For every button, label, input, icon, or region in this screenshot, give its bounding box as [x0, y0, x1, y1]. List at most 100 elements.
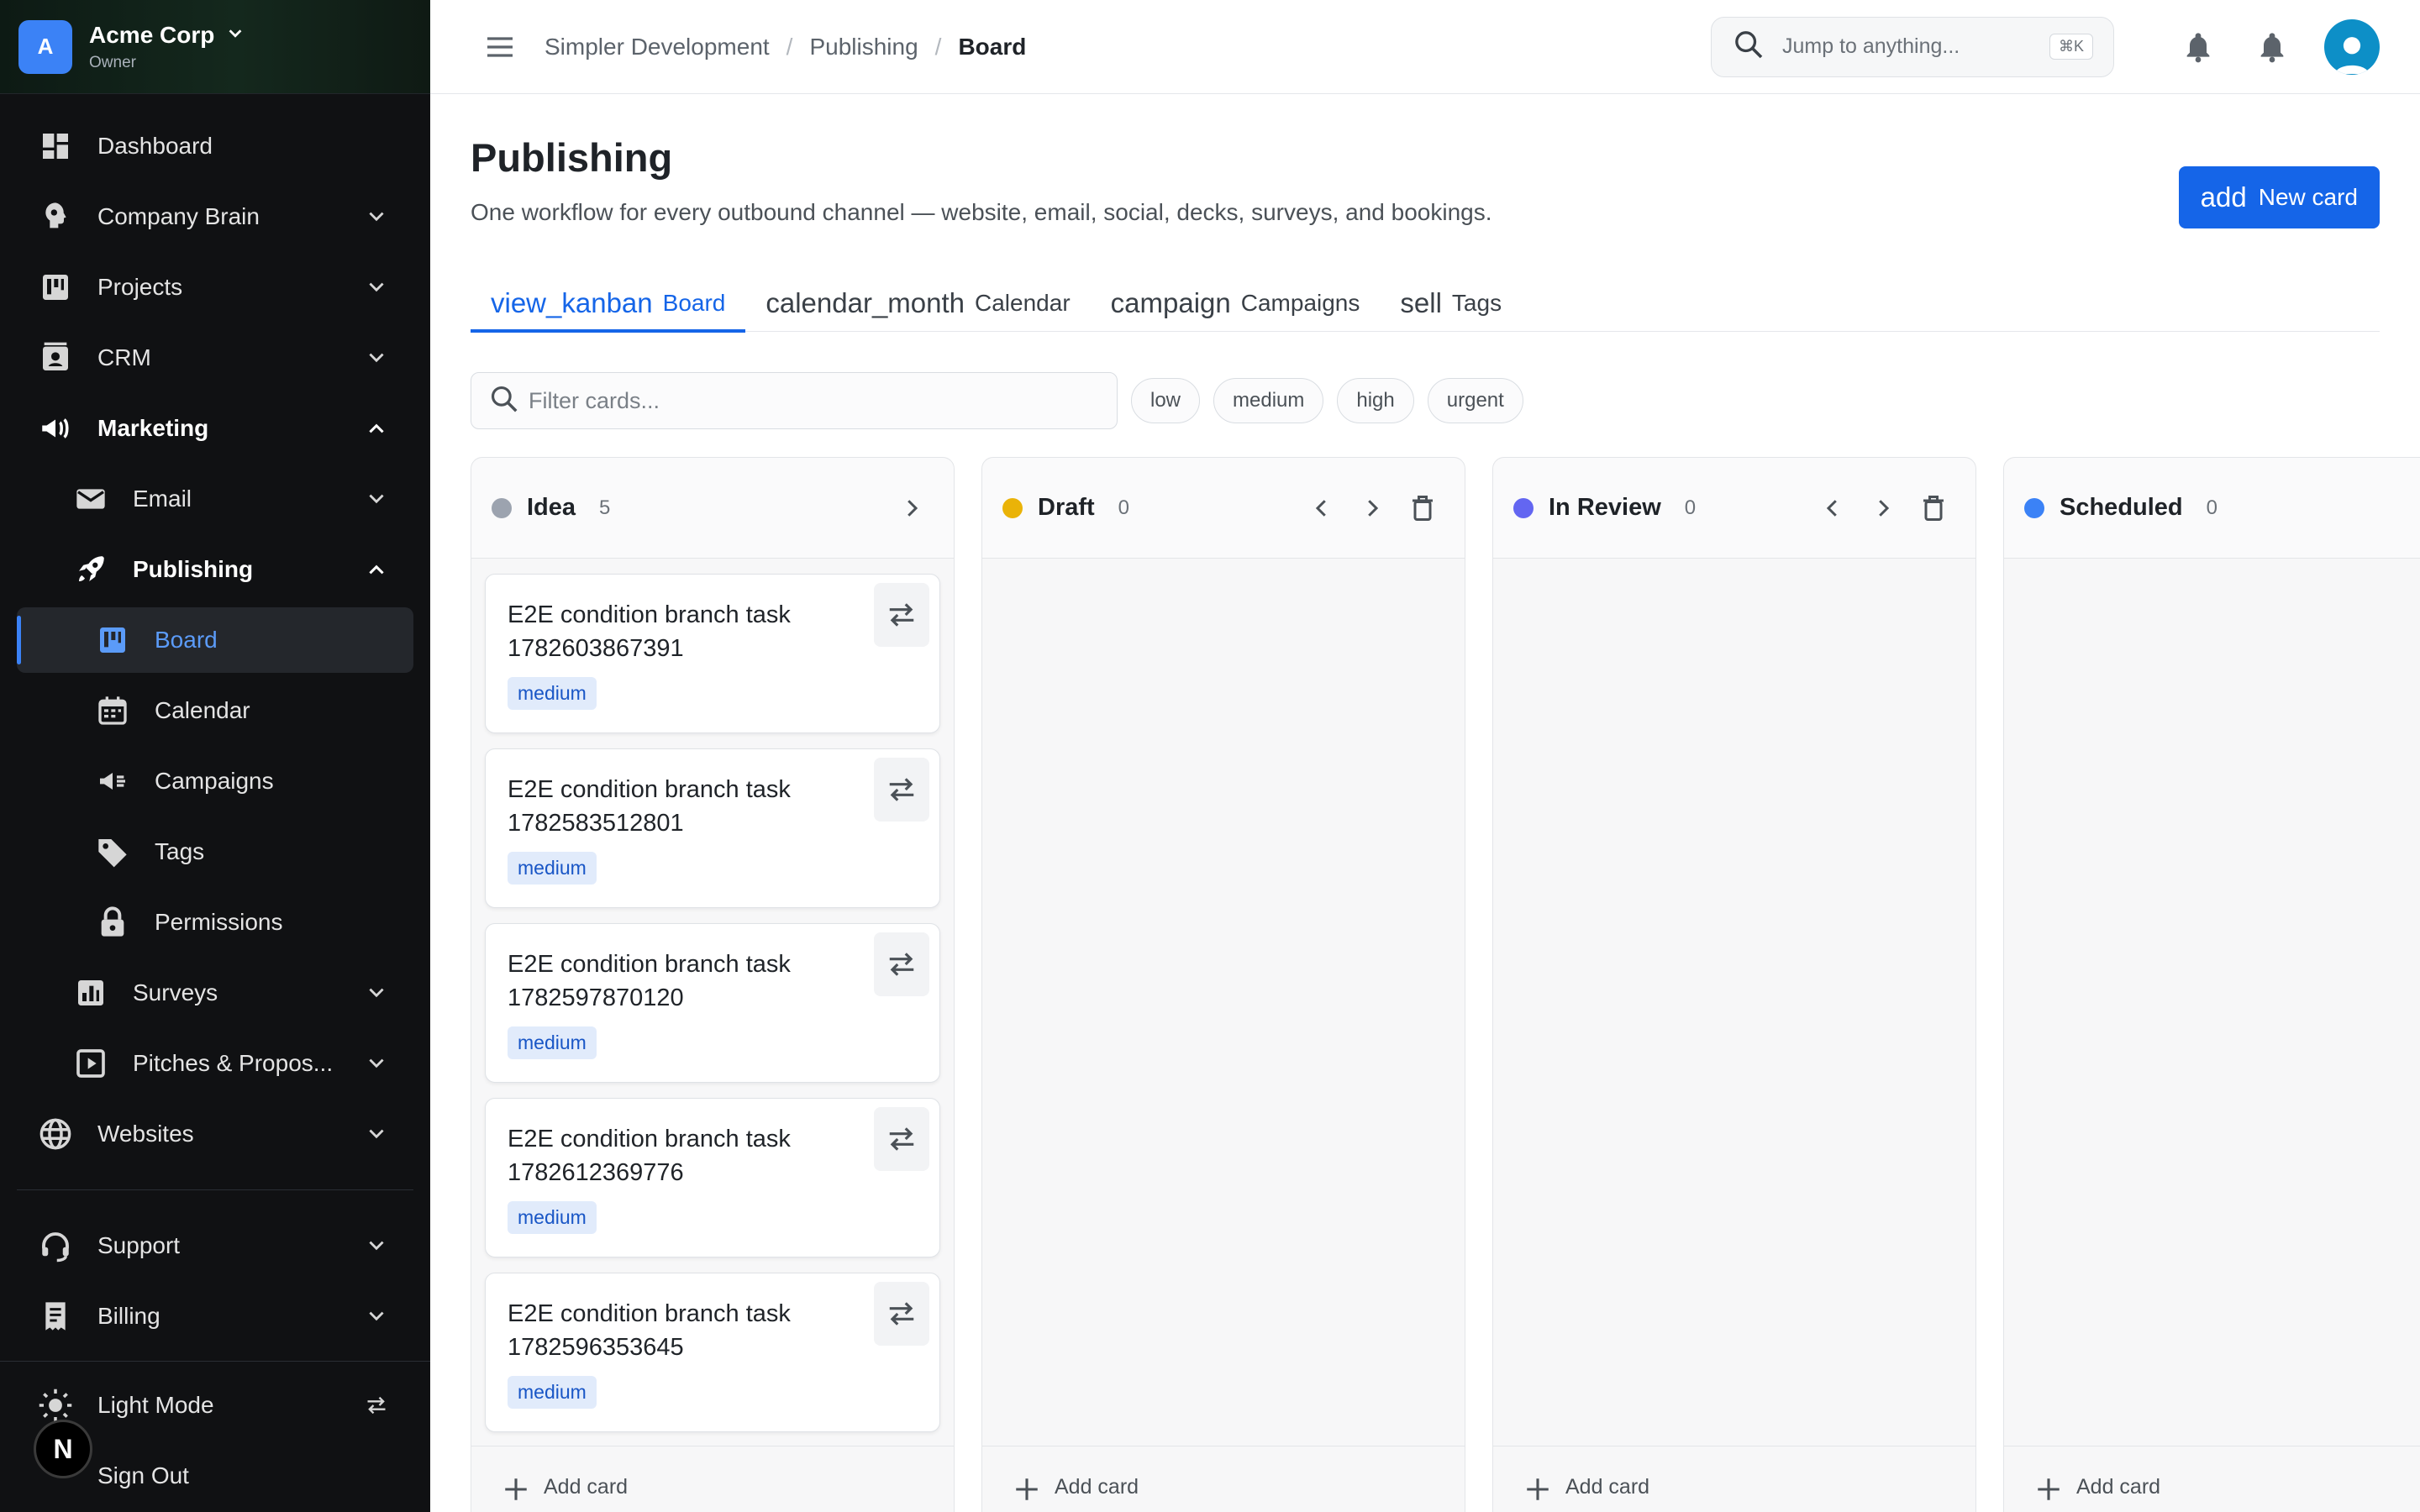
- tab-calendar[interactable]: calendar_month Calendar: [745, 275, 1090, 332]
- priority-badge: medium: [508, 677, 597, 710]
- kanban-card[interactable]: E2E condition branch task 1782612369776 …: [485, 1098, 940, 1257]
- column-count: 0: [1118, 496, 1130, 519]
- sidebar-item-dashboard[interactable]: Dashboard: [0, 111, 430, 181]
- headset-icon: [37, 1227, 74, 1264]
- priority-badge: medium: [508, 1376, 597, 1409]
- search-icon: [488, 383, 520, 419]
- kanban-card[interactable]: E2E condition branch task 1782583512801 …: [485, 748, 940, 908]
- breadcrumb-item[interactable]: Publishing: [809, 34, 918, 60]
- chevron-left-icon[interactable]: [1300, 486, 1344, 530]
- tag-icon: [94, 833, 131, 870]
- kanban-icon: [37, 269, 74, 306]
- receipt-icon: [37, 1298, 74, 1335]
- sidebar-item-permissions[interactable]: Permissions: [0, 887, 430, 958]
- trash-icon[interactable]: [1912, 486, 1955, 530]
- calendar-icon: [94, 692, 131, 729]
- sidebar-item-support[interactable]: Support: [0, 1210, 430, 1281]
- tab-label: Calendar: [975, 290, 1071, 316]
- kanban-board: Idea 5 E2E condition branch task 1782603…: [471, 457, 2420, 1512]
- chevron-right-icon[interactable]: [1350, 486, 1394, 530]
- sidebar-item-marketing[interactable]: Marketing: [0, 393, 430, 464]
- kanban-card[interactable]: E2E condition branch task 1782603867391 …: [485, 574, 940, 733]
- sidebar-item-pitches[interactable]: Pitches & Propos...: [0, 1028, 430, 1099]
- sidebar-item-board[interactable]: Board: [17, 607, 413, 673]
- card-title: E2E condition branch task 1782597870120: [508, 951, 791, 1011]
- chevron-down-icon: [365, 346, 388, 370]
- breadcrumb: Simpler Development / Publishing / Board: [544, 34, 1711, 60]
- notifications-icon[interactable]: [2249, 24, 2296, 71]
- chevron-right-icon[interactable]: [1861, 486, 1905, 530]
- tab-campaigns[interactable]: campaign Campaigns: [1091, 275, 1381, 332]
- plus-icon: [1523, 1475, 1552, 1509]
- sidebar-item-email[interactable]: Email: [0, 464, 430, 534]
- menu-icon[interactable]: [471, 18, 529, 76]
- org-switcher[interactable]: A Acme Corp Owner: [0, 0, 430, 94]
- bar-chart-icon: [72, 974, 109, 1011]
- sidebar-item-campaigns[interactable]: Campaigns: [0, 746, 430, 816]
- card-title: E2E condition branch task 1782596353645: [508, 1300, 791, 1361]
- chevron-up-icon: [365, 558, 388, 581]
- kanban-card[interactable]: E2E condition branch task 1782597870120 …: [485, 923, 940, 1083]
- column-header: Draft 0: [982, 458, 1465, 559]
- filter-input[interactable]: Filter cards...: [471, 372, 1118, 429]
- add-card-button[interactable]: Add card: [982, 1446, 1465, 1512]
- filter-bar: Filter cards... low medium high urgent: [471, 372, 2380, 429]
- card-title: E2E condition branch task 1782603867391: [508, 601, 791, 662]
- priority-badge: medium: [508, 1026, 597, 1059]
- swap-icon[interactable]: [874, 758, 929, 822]
- megaphone-icon: [94, 763, 131, 800]
- column-title: In Review: [1549, 494, 1661, 521]
- kanban-card[interactable]: E2E condition branch task 1782596353645 …: [485, 1273, 940, 1432]
- tab-board[interactable]: view_kanban Board: [471, 275, 746, 333]
- shortcut-hint: ⌘K: [2049, 34, 2093, 60]
- megaphone-icon: [37, 410, 74, 447]
- breadcrumb-item[interactable]: Simpler Development: [544, 34, 770, 60]
- priority-chip-low[interactable]: low: [1131, 378, 1201, 423]
- search-icon: [1732, 28, 1765, 66]
- chevron-down-icon: [365, 276, 388, 299]
- sidebar-item-label: Publishing: [133, 556, 254, 582]
- n-badge[interactable]: N: [34, 1420, 92, 1478]
- trash-icon[interactable]: [1401, 486, 1444, 530]
- column-title: Scheduled: [2060, 494, 2183, 521]
- priority-chip-medium[interactable]: medium: [1213, 378, 1324, 423]
- swap-icon[interactable]: [874, 1282, 929, 1346]
- add-card-button[interactable]: Add card: [1493, 1446, 1975, 1512]
- sidebar-item-projects[interactable]: Projects: [0, 252, 430, 323]
- swap-icon[interactable]: [874, 1107, 929, 1171]
- priority-badge: medium: [508, 1201, 597, 1234]
- sidebar-item-label: Email: [133, 486, 192, 512]
- priority-chip-high[interactable]: high: [1337, 378, 1414, 423]
- sidebar-item-billing[interactable]: Billing: [0, 1281, 430, 1352]
- sidebar-item-publishing[interactable]: Publishing: [0, 534, 430, 605]
- sidebar-item-tags[interactable]: Tags: [0, 816, 430, 887]
- sidebar-item-crm[interactable]: CRM: [0, 323, 430, 393]
- sidebar-item-label: Board: [155, 627, 218, 653]
- add-card-button[interactable]: Add card: [471, 1446, 954, 1512]
- sidebar-item-surveys[interactable]: Surveys: [0, 958, 430, 1028]
- kanban-column-scheduled: Scheduled 0 Add card: [2003, 457, 2420, 1512]
- user-avatar[interactable]: [2324, 18, 2380, 75]
- rocket-icon: [72, 551, 109, 588]
- new-card-button[interactable]: add New card: [2178, 166, 2380, 228]
- swap-icon[interactable]: [874, 932, 929, 996]
- chevron-left-icon[interactable]: [1811, 486, 1854, 530]
- sidebar-item-company-brain[interactable]: Company Brain: [0, 181, 430, 252]
- sidebar-item-label: Websites: [97, 1121, 194, 1147]
- global-search[interactable]: Jump to anything... ⌘K: [1711, 16, 2114, 77]
- card-title: E2E condition branch task 1782583512801: [508, 776, 791, 837]
- tab-label: Board: [662, 290, 726, 316]
- priority-chip-urgent[interactable]: urgent: [1427, 378, 1523, 423]
- chevron-down-icon: [365, 205, 388, 228]
- status-dot: [1513, 497, 1534, 518]
- bell-icon[interactable]: [2175, 24, 2222, 71]
- kanban-column-draft: Draft 0 Add card: [981, 457, 1465, 1512]
- search-placeholder: Jump to anything...: [1782, 34, 1960, 58]
- sidebar-item-calendar[interactable]: Calendar: [0, 675, 430, 746]
- swap-icon[interactable]: [874, 583, 929, 647]
- breadcrumb-separator: /: [786, 33, 793, 60]
- add-card-button[interactable]: Add card: [2004, 1446, 2420, 1512]
- sidebar-item-websites[interactable]: Websites: [0, 1099, 430, 1169]
- chevron-right-icon[interactable]: [890, 486, 934, 530]
- tab-tags[interactable]: sell Tags: [1380, 275, 1522, 332]
